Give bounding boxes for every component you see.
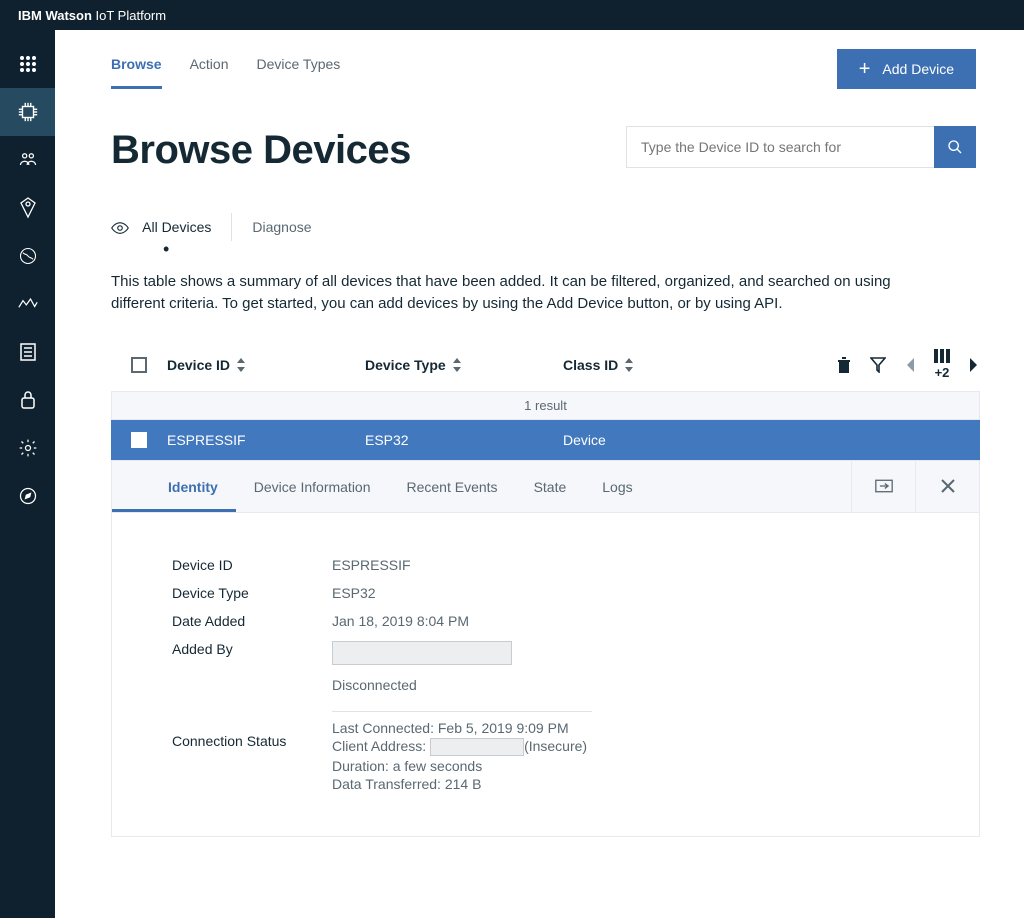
top-bar: IBM Watson IoT Platform [0, 0, 1024, 30]
subtab-diagnose[interactable]: Diagnose [242, 213, 325, 241]
column-device-id-label: Device ID [167, 357, 230, 373]
redacted-box [332, 641, 512, 665]
nav-settings[interactable] [0, 424, 55, 472]
label-added-by: Added By [172, 641, 332, 657]
connection-details: Last Connected: Feb 5, 2019 9:09 PM Clie… [332, 705, 592, 794]
eye-icon [111, 222, 129, 234]
detail-tab-recent-events[interactable]: Recent Events [389, 461, 516, 512]
select-all-checkbox[interactable] [131, 357, 147, 373]
add-device-label: Add Device [882, 61, 954, 77]
sort-icon [452, 358, 462, 372]
cell-class-id: Device [563, 432, 703, 448]
label-device-id: Device ID [172, 557, 332, 573]
main-content: Browse Action Device Types + Add Device … [55, 30, 1024, 918]
nav-security[interactable] [0, 376, 55, 424]
subtab-all-devices[interactable]: All Devices • [111, 213, 232, 241]
column-class-id[interactable]: Class ID [563, 357, 703, 373]
table-header-row: Device ID Device Type Class ID [111, 357, 980, 387]
result-count: 1 result [111, 391, 980, 420]
filter-icon[interactable] [870, 357, 886, 373]
nav-rules[interactable] [0, 232, 55, 280]
close-icon[interactable] [915, 461, 979, 512]
value-date-added: Jan 18, 2019 8:04 PM [332, 613, 469, 629]
value-added-by [332, 641, 512, 665]
add-device-button[interactable]: + Add Device [837, 49, 976, 89]
search-button[interactable] [934, 126, 976, 168]
left-nav [0, 30, 55, 918]
row-checkbox[interactable] [131, 432, 147, 448]
value-device-id: ESPRESSIF [332, 557, 411, 573]
prev-page-icon[interactable] [904, 357, 916, 373]
nav-devices[interactable] [0, 88, 55, 136]
page-description: This table shows a summary of all device… [111, 271, 911, 315]
delete-icon[interactable] [836, 356, 852, 374]
column-device-type-label: Device Type [365, 357, 446, 373]
column-device-type[interactable]: Device Type [365, 357, 563, 373]
search-icon [947, 139, 963, 155]
top-tabs: Browse Action Device Types + Add Device [55, 30, 1024, 90]
plus-icon: + [859, 62, 871, 76]
nav-logs[interactable] [0, 328, 55, 376]
next-page-icon[interactable] [968, 357, 980, 373]
nav-analytics[interactable] [0, 280, 55, 328]
sort-icon [624, 358, 634, 372]
nav-apps[interactable] [0, 40, 55, 88]
columns-button[interactable]: +2 [934, 349, 950, 380]
label-date-added: Date Added [172, 613, 332, 629]
detail-tab-identity[interactable]: Identity [112, 461, 236, 512]
label-device-type: Device Type [172, 585, 332, 601]
columns-icon [934, 349, 950, 363]
active-indicator-dot: • [163, 247, 169, 251]
app-title: IBM Watson IoT Platform [18, 8, 166, 23]
tab-device-types[interactable]: Device Types [257, 48, 341, 89]
nav-members[interactable] [0, 136, 55, 184]
value-status: Disconnected [332, 677, 417, 693]
detail-tab-device-info[interactable]: Device Information [236, 461, 389, 512]
detail-tab-state[interactable]: State [516, 461, 585, 512]
cell-device-type: ESP32 [365, 432, 563, 448]
value-device-type: ESP32 [332, 585, 376, 601]
table-row[interactable]: ESPRESSIF ESP32 Device [111, 420, 980, 460]
open-in-new-icon[interactable] [851, 461, 915, 512]
sort-icon [236, 358, 246, 372]
label-connection-status: Connection Status [172, 705, 332, 749]
device-detail-panel: Identity Device Information Recent Event… [111, 460, 980, 837]
detail-tab-logs[interactable]: Logs [584, 461, 650, 512]
tab-action[interactable]: Action [190, 48, 229, 89]
nav-access[interactable] [0, 184, 55, 232]
table-tools: +2 [836, 349, 980, 380]
extra-columns-count: +2 [935, 365, 950, 380]
identity-section: Device ID ESPRESSIF Device Type ESP32 Da… [112, 513, 979, 836]
nav-explore[interactable] [0, 472, 55, 520]
column-class-id-label: Class ID [563, 357, 618, 373]
detail-tabs: Identity Device Information Recent Event… [112, 461, 979, 513]
tab-browse[interactable]: Browse [111, 48, 162, 89]
search-container [626, 126, 976, 168]
search-input[interactable] [626, 126, 934, 168]
column-device-id[interactable]: Device ID [167, 357, 365, 373]
subtab-all-label: All Devices [142, 219, 211, 235]
cell-device-id: ESPRESSIF [167, 432, 365, 448]
sub-tabs: All Devices • Diagnose [111, 213, 1024, 241]
redacted-box [430, 738, 524, 756]
